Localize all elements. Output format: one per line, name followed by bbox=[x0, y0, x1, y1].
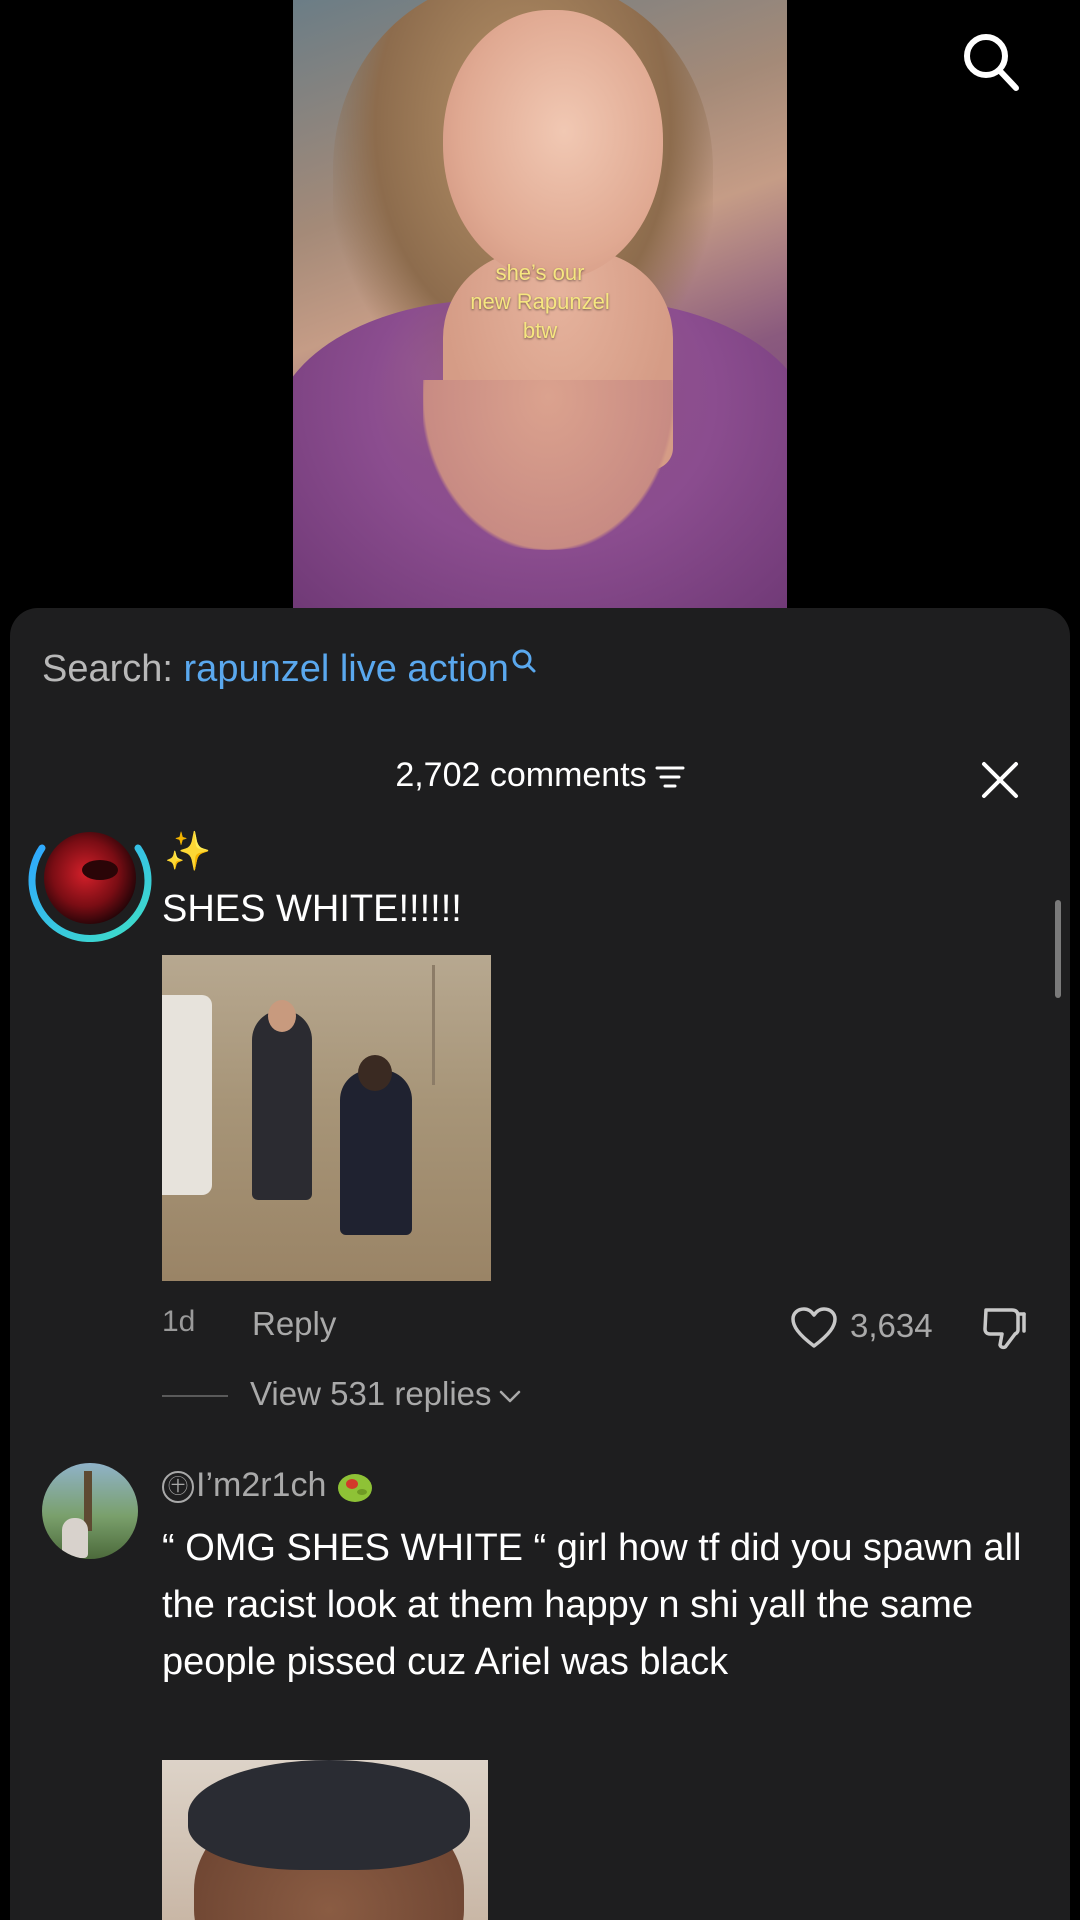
comment-image[interactable] bbox=[162, 1760, 488, 1920]
image-shape bbox=[252, 1010, 312, 1200]
search-label: Search: bbox=[42, 648, 173, 690]
caption-line: btw bbox=[522, 318, 558, 343]
replies-divider bbox=[162, 1395, 228, 1397]
comments-count: 2,702 comments bbox=[395, 756, 647, 794]
video-frame-shape bbox=[423, 380, 673, 550]
avatar[interactable] bbox=[42, 1463, 138, 1559]
comment-text: “ OMG SHES WHITE “ girl how tf did you s… bbox=[162, 1527, 1022, 1683]
search-query[interactable]: rapunzel live action bbox=[184, 648, 509, 690]
image-shape bbox=[432, 965, 435, 1085]
image-shape bbox=[188, 1760, 470, 1870]
user-mark: ㊉ bbox=[162, 1471, 194, 1504]
comment-image[interactable] bbox=[162, 955, 491, 1281]
like-count: 3,634 bbox=[850, 1307, 933, 1344]
image-shape bbox=[340, 1070, 412, 1235]
caption-line: new Rapunzel bbox=[470, 289, 610, 314]
image-shape bbox=[268, 1000, 296, 1032]
olive-emoji-icon bbox=[338, 1474, 373, 1503]
comments-scrollbar[interactable] bbox=[1055, 900, 1061, 998]
image-shape bbox=[162, 995, 212, 1195]
view-replies-label: View 531 replies bbox=[250, 1375, 492, 1412]
chevron-down-icon bbox=[499, 1391, 520, 1403]
thumbs-down-icon[interactable] bbox=[980, 1304, 1028, 1350]
view-replies-button[interactable]: View 531 replies bbox=[250, 1375, 522, 1413]
comments-header: 2,702 comments bbox=[0, 756, 1080, 795]
sort-icon[interactable] bbox=[655, 764, 685, 790]
search-icon bbox=[512, 649, 536, 673]
video-frame-shape bbox=[443, 10, 663, 280]
comment-text: SHES WHITE!!!!!! bbox=[162, 888, 462, 930]
avatar-shape bbox=[62, 1518, 88, 1558]
avatar[interactable] bbox=[28, 830, 152, 942]
username-label: I’m2r1ch bbox=[196, 1466, 327, 1504]
heart-icon[interactable] bbox=[790, 1306, 838, 1350]
search-icon[interactable] bbox=[962, 30, 1020, 92]
related-search-link[interactable]: Search: rapunzel live action bbox=[42, 648, 537, 691]
image-shape bbox=[358, 1055, 392, 1091]
video-caption: she’s our new Rapunzel btw bbox=[293, 258, 787, 345]
comment-username[interactable]: ㊉ I’m2r1ch bbox=[162, 1466, 374, 1505]
reply-button[interactable]: Reply bbox=[252, 1305, 336, 1343]
close-icon[interactable] bbox=[980, 760, 1020, 800]
sparkles-emoji: ✨ bbox=[164, 831, 212, 873]
comment-time: 1d bbox=[162, 1305, 196, 1338]
video-player[interactable]: she’s our new Rapunzel btw bbox=[293, 0, 787, 608]
caption-line: she’s our bbox=[495, 260, 585, 285]
